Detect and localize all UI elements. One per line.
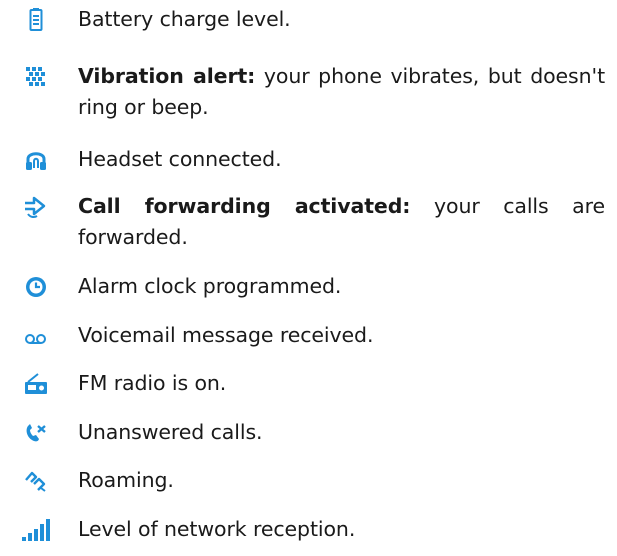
item-text: Vibration alert: your phone vibrates, bu… [78,61,605,123]
roaming-icon [20,468,54,494]
item-text: Headset connected. [78,144,605,175]
voicemail-icon [20,323,54,349]
missed-call-icon [20,420,54,446]
item-text: Voicemail message received. [78,320,605,351]
item-text: Call forwarding activated: your calls ar… [78,191,605,253]
item-description: Unanswered calls. [78,420,263,444]
call-forward-icon [20,194,54,220]
item-text: Level of network reception. [78,514,605,545]
item-description: Voicemail message received. [78,323,374,347]
item-description: Headset connected. [78,147,282,171]
alarm-clock-icon [20,274,54,300]
item-text: FM radio is on. [78,368,605,399]
item-text: Unanswered calls. [78,417,605,448]
item-description: Battery charge level. [78,7,291,31]
item-text: Alarm clock programmed. [78,271,605,302]
item-term: Vibration alert: [78,64,256,88]
item-term: Call forwarding activated: [78,194,411,218]
item-description: Alarm clock programmed. [78,274,342,298]
item-description: Level of network reception. [78,517,356,541]
vibration-icon [20,64,54,90]
signal-icon [20,517,54,543]
item-description: Roaming. [78,468,174,492]
status-icon-list: Battery charge level. Vibration alert: y… [0,0,617,556]
fm-radio-icon [20,371,54,397]
item-text: Roaming. [78,465,605,496]
battery-icon [20,7,54,33]
item-description: FM radio is on. [78,371,227,395]
headset-icon [20,147,54,173]
item-text: Battery charge level. [78,4,605,35]
